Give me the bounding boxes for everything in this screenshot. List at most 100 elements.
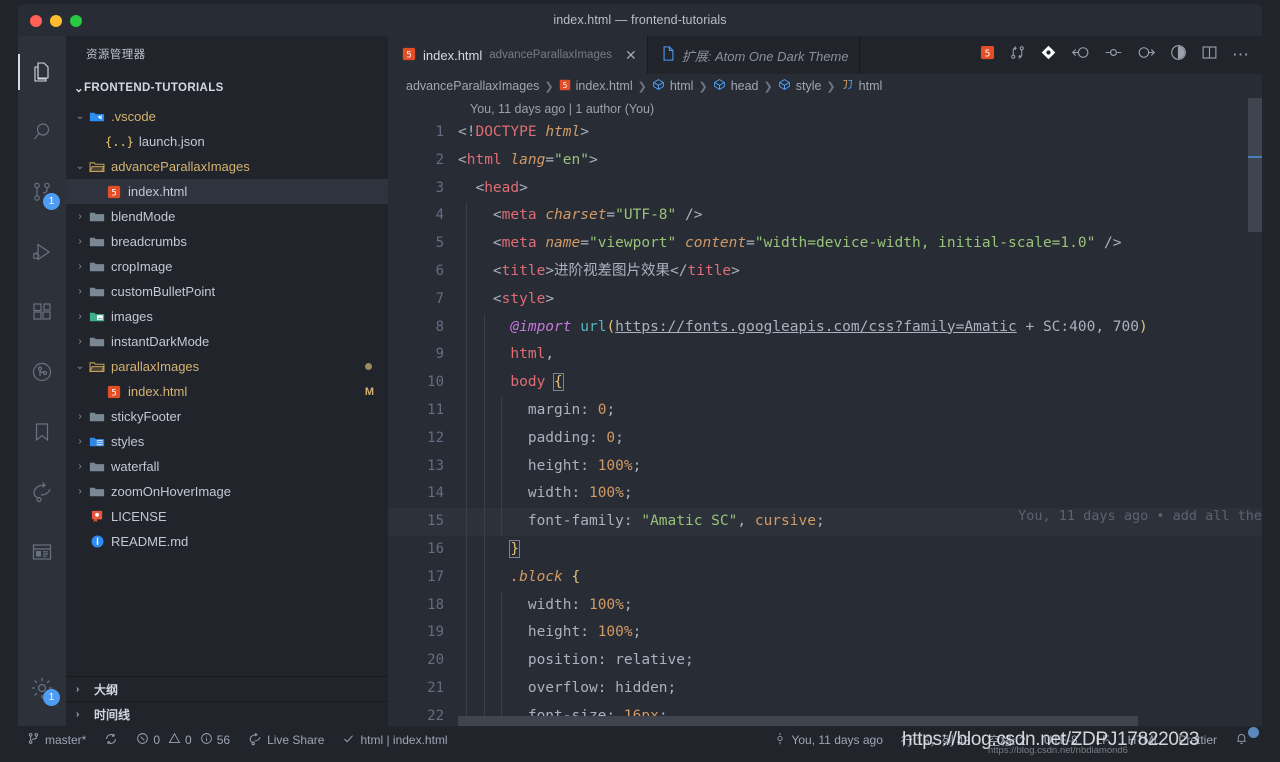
toggle-blame-icon[interactable] (1170, 44, 1187, 66)
close-window-button[interactable] (30, 15, 42, 27)
status-formatter[interactable]: Prettier (1169, 726, 1226, 754)
tree-item-blendmode[interactable]: › blendMode (66, 204, 388, 229)
code-line[interactable]: 8 @import url(https://fonts.googleapis.c… (388, 313, 1262, 342)
code-line[interactable]: 16 } (388, 535, 1262, 564)
status-language-mode[interactable]: HTML (1119, 726, 1170, 754)
status-indentation[interactable]: 空格: 2 (979, 726, 1034, 754)
activity-run-and-debug[interactable] (18, 228, 66, 276)
more-actions-icon[interactable]: ⋯ (1232, 46, 1250, 63)
status-problems[interactable]: 0 0 56 (127, 726, 239, 754)
svg-text:5: 5 (406, 50, 412, 60)
activity-source-control[interactable]: 1 (18, 168, 66, 216)
tree-item-waterfall[interactable]: › waterfall (66, 454, 388, 479)
section-timeline[interactable]: › 时间线 (66, 701, 388, 726)
close-icon[interactable]: ✕ (625, 47, 637, 64)
tree-item-parallaximages[interactable]: ⌄ parallaxImages (66, 354, 388, 379)
activity-explorer[interactable] (18, 48, 66, 96)
window-title: index.html — frontend-tutorials (553, 13, 727, 27)
tree-item-readme-md[interactable]: README.md (66, 529, 388, 554)
tab-index-html[interactable]: 5 index.html advanceParallaxImages ✕ (388, 36, 648, 74)
breadcrumb-item-file[interactable]: 5 index.html (559, 79, 633, 94)
tree-item-license[interactable]: LICENSE (66, 504, 388, 529)
status-validation[interactable]: html | index.html (333, 726, 456, 754)
breadcrumb-item-symbol-style[interactable]: style (778, 78, 821, 94)
code-text: <head> (458, 179, 528, 196)
tree-item-launch-json[interactable]: {..} launch.json (66, 129, 388, 154)
code-line[interactable]: 17 .block { (388, 563, 1262, 592)
maximize-window-button[interactable] (70, 15, 82, 27)
git-lens-icon[interactable] (1040, 44, 1057, 66)
scrollbar-thumb[interactable] (1248, 98, 1262, 232)
code-line[interactable]: 21 overflow: hidden; (388, 674, 1262, 703)
indent-guide (501, 396, 502, 425)
activity-manage[interactable]: 1 (18, 664, 66, 712)
breadcrumb-item-symbol-head[interactable]: head (713, 78, 759, 94)
activity-bookmarks[interactable] (18, 408, 66, 456)
activity-extensions[interactable] (18, 288, 66, 336)
code-line[interactable]: 19 height: 100%; (388, 619, 1262, 648)
status-branch[interactable]: master* (18, 726, 95, 754)
tree-item-images[interactable]: › images (66, 304, 388, 329)
tree-item-custombulletpoint[interactable]: › customBulletPoint (66, 279, 388, 304)
code-line[interactable]: 9 html, (388, 341, 1262, 370)
code-line[interactable]: 10 body { (388, 369, 1262, 397)
code-line[interactable]: 14 width: 100%; (388, 480, 1262, 509)
open-preview-icon[interactable]: 5 (980, 45, 995, 65)
indent-guide (501, 508, 502, 536)
editor-vertical-scrollbar[interactable] (1248, 98, 1262, 726)
tab-extension-atom-one-dark[interactable]: 扩展: Atom One Dark Theme (648, 36, 860, 74)
current-commit-icon[interactable] (1104, 44, 1123, 66)
tree-item-cropimage[interactable]: › cropImage (66, 254, 388, 279)
code-line[interactable]: 15 font-family: "Amatic SC", cursive; You… (388, 508, 1262, 536)
tree-item-index-html[interactable]: 5 index.html M (66, 379, 388, 404)
status-live-share[interactable]: Live Share (239, 726, 333, 754)
extensions-icon (30, 300, 54, 324)
status-indentation-label: 空格: 2 (988, 733, 1026, 748)
status-notifications[interactable] (1226, 726, 1262, 754)
status-bar: master* 0 0 56 Live Share html | index.h… (18, 726, 1262, 754)
code-editor[interactable]: You, 11 days ago | 1 author (You) 1 <!DOC… (388, 98, 1262, 726)
tree-item-breadcrumbs[interactable]: › breadcrumbs (66, 229, 388, 254)
code-line[interactable]: 7 <style> (388, 285, 1262, 314)
tree-item-styles[interactable]: › styles (66, 429, 388, 454)
status-sync[interactable] (95, 726, 127, 754)
status-git-blame[interactable]: You, 11 days ago (765, 726, 891, 754)
code-line[interactable]: 2 <html lang="en"> (388, 147, 1262, 175)
code-line[interactable]: 4 <meta charset="UTF-8" /> (388, 202, 1262, 231)
breadcrumb-item-symbol-css[interactable]: html (841, 78, 882, 94)
go-back-icon[interactable] (1071, 44, 1090, 66)
minimize-window-button[interactable] (50, 15, 62, 27)
code-text: <html lang="en"> (458, 151, 598, 168)
activity-browser-preview[interactable] (18, 528, 66, 576)
code-line[interactable]: 11 margin: 0; (388, 396, 1262, 425)
code-line[interactable]: 1 <!DOCTYPE html> (388, 119, 1262, 147)
status-cursor-position[interactable]: 行 15，列 43 (892, 726, 979, 754)
section-outline[interactable]: › 大纲 (66, 676, 388, 701)
tree-item-advanceparallaximages[interactable]: ⌄ advanceParallaxImages (66, 154, 388, 179)
go-forward-icon[interactable] (1137, 44, 1156, 66)
compare-changes-icon[interactable] (1009, 44, 1026, 66)
code-line[interactable]: 20 position: relative; (388, 647, 1262, 675)
tree-item--vscode[interactable]: ⌄ .vscode (66, 104, 388, 129)
tree-item-instantdarkmode[interactable]: › instantDarkMode (66, 329, 388, 354)
status-encoding[interactable]: UTF-8 (1035, 726, 1087, 754)
tree-item-index-html[interactable]: 5 index.html (66, 179, 388, 204)
breadcrumb-item-folder[interactable]: advanceParallaxImages (406, 79, 539, 93)
tree-item-zoomonhoverimage[interactable]: › zoomOnHoverImage (66, 479, 388, 504)
code-line[interactable]: 13 height: 100%; (388, 452, 1262, 481)
window-controls[interactable] (30, 15, 82, 27)
split-editor-icon[interactable] (1201, 44, 1218, 66)
code-line[interactable]: 5 <meta name="viewport" content="width=d… (388, 230, 1262, 258)
code-line[interactable]: 12 padding: 0; (388, 424, 1262, 453)
activity-search[interactable] (18, 108, 66, 156)
tree-item-stickyfooter[interactable]: › stickyFooter (66, 404, 388, 429)
code-line[interactable]: 3 <head> (388, 175, 1262, 203)
activity-git-graph[interactable] (18, 348, 66, 396)
status-eol[interactable]: LF (1087, 726, 1119, 754)
activity-live-share[interactable] (18, 468, 66, 516)
breadcrumb-item-symbol-html[interactable]: html (652, 78, 693, 94)
explorer-root-folder[interactable]: ⌄ FRONTEND-TUTORIALS (66, 71, 388, 104)
editor-horizontal-scrollbar[interactable] (458, 716, 1138, 726)
code-line[interactable]: 18 width: 100%; (388, 591, 1262, 620)
code-line[interactable]: 6 <title>进阶视差图片效果</title> (388, 257, 1262, 286)
